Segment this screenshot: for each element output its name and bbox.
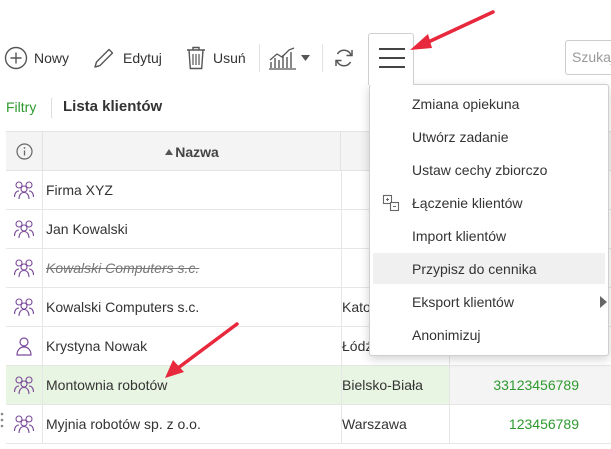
page-title: Lista klientów xyxy=(63,98,163,115)
breadcrumb-divider xyxy=(51,98,52,118)
table-row[interactable]: Myjnia robotów sp. z o.o. Warszawa 1234567… xyxy=(6,405,611,444)
submenu-arrow-icon xyxy=(600,296,607,308)
delete-button[interactable]: Usuń xyxy=(185,40,246,76)
group-icon xyxy=(6,288,43,326)
column-divider xyxy=(341,210,342,248)
menu-item-label: Zmiana opiekuna xyxy=(412,96,520,112)
hamburger-menu-button[interactable] xyxy=(368,33,414,85)
new-button[interactable]: Nowy xyxy=(4,40,69,76)
column-divider xyxy=(449,366,450,404)
actions-menu: Zmiana opiekuna Utwórz zadanie Ustaw cechy… xyxy=(369,84,609,356)
column-divider xyxy=(341,249,342,287)
client-name[interactable]: Montownia robotów xyxy=(46,377,338,393)
menu-item-label: Utwórz zadanie xyxy=(412,129,509,145)
menu-item-label: Eksport klientów xyxy=(412,294,514,310)
person-icon xyxy=(6,327,43,365)
menu-item-zmiana-opiekuna[interactable]: Zmiana opiekuna xyxy=(373,88,605,119)
client-name[interactable]: Firma XYZ xyxy=(46,182,338,198)
menu-item-anonimizuj[interactable]: Anonimizuj xyxy=(373,319,605,350)
client-city: Kato xyxy=(342,299,371,315)
caret-down-icon xyxy=(301,55,310,61)
name-column-header[interactable]: Nazwa xyxy=(44,132,341,171)
group-icon xyxy=(6,210,43,248)
chart-dropdown-button[interactable] xyxy=(268,40,310,76)
column-divider xyxy=(341,171,342,209)
edit-button-label: Edytuj xyxy=(123,50,162,66)
toolbar-divider xyxy=(259,44,260,72)
new-button-label: Nowy xyxy=(34,50,70,66)
client-name[interactable]: Kowalski Computers s.c. xyxy=(46,299,338,315)
client-name[interactable]: Jan Kowalski xyxy=(46,221,338,237)
client-city: Łódź xyxy=(342,338,373,354)
trash-icon xyxy=(187,46,205,70)
info-column-header[interactable] xyxy=(6,132,43,171)
column-divider xyxy=(449,405,450,443)
toolbar-divider xyxy=(322,44,323,72)
menu-item-label: Łączenie klientów xyxy=(412,195,523,211)
menu-item-ustaw-cechy-zbiorczo[interactable]: Ustaw cechy zbiorczo xyxy=(373,154,605,185)
pencil-icon xyxy=(94,48,114,68)
arrow-to-menu-button xyxy=(410,10,495,50)
menu-item-eksport-klientow[interactable]: Eksport klientów xyxy=(373,286,607,317)
menu-item-przypisz-do-cennika[interactable]: Przypisz do cennika xyxy=(373,253,605,284)
menu-item-import-klientow[interactable]: Import klientów xyxy=(373,220,605,251)
menu-item-label: Import klientów xyxy=(412,228,507,244)
info-icon xyxy=(15,143,33,160)
client-phone[interactable]: 33123456789 xyxy=(493,377,579,393)
client-city: Warszawa xyxy=(342,416,407,432)
table-row[interactable]: Montownia robotów Bielsko-Biała 3312345678… xyxy=(6,366,611,405)
merge-icon xyxy=(382,194,400,215)
group-icon xyxy=(6,171,43,209)
refresh-icon xyxy=(335,49,353,67)
edit-button[interactable]: Edytuj xyxy=(91,40,162,76)
menu-item-label: Anonimizuj xyxy=(412,327,481,343)
plus-circle-icon xyxy=(4,46,28,70)
menu-item-laczenie-klientow[interactable]: Łączenie klientów xyxy=(373,187,605,218)
bar-chart-icon xyxy=(269,47,296,70)
client-name[interactable]: Krystyna Nowak xyxy=(46,338,338,354)
menu-item-label: Przypisz do cennika xyxy=(412,261,537,277)
group-icon xyxy=(6,366,43,404)
search-input[interactable]: Szukaj xyxy=(565,40,611,75)
client-name[interactable]: Kowalski Computers s.c. xyxy=(46,260,338,276)
filters-link[interactable]: Filtry xyxy=(6,99,36,115)
client-city: Bielsko-Biała xyxy=(342,377,423,393)
name-column-label: Nazwa xyxy=(175,143,219,160)
sort-up-icon xyxy=(165,148,174,155)
client-name[interactable]: Myjnia robotów sp. z o.o. xyxy=(46,416,338,432)
delete-button-label: Usuń xyxy=(213,50,246,66)
menu-item-utworz-zadanie[interactable]: Utwórz zadanie xyxy=(373,121,605,152)
menu-item-label: Ustaw cechy zbiorczo xyxy=(412,162,548,178)
refresh-button[interactable] xyxy=(332,40,356,76)
group-icon xyxy=(6,249,43,287)
drag-grip-icon[interactable] xyxy=(0,410,4,436)
client-phone[interactable]: 123456789 xyxy=(509,416,579,432)
group-icon xyxy=(6,405,43,443)
